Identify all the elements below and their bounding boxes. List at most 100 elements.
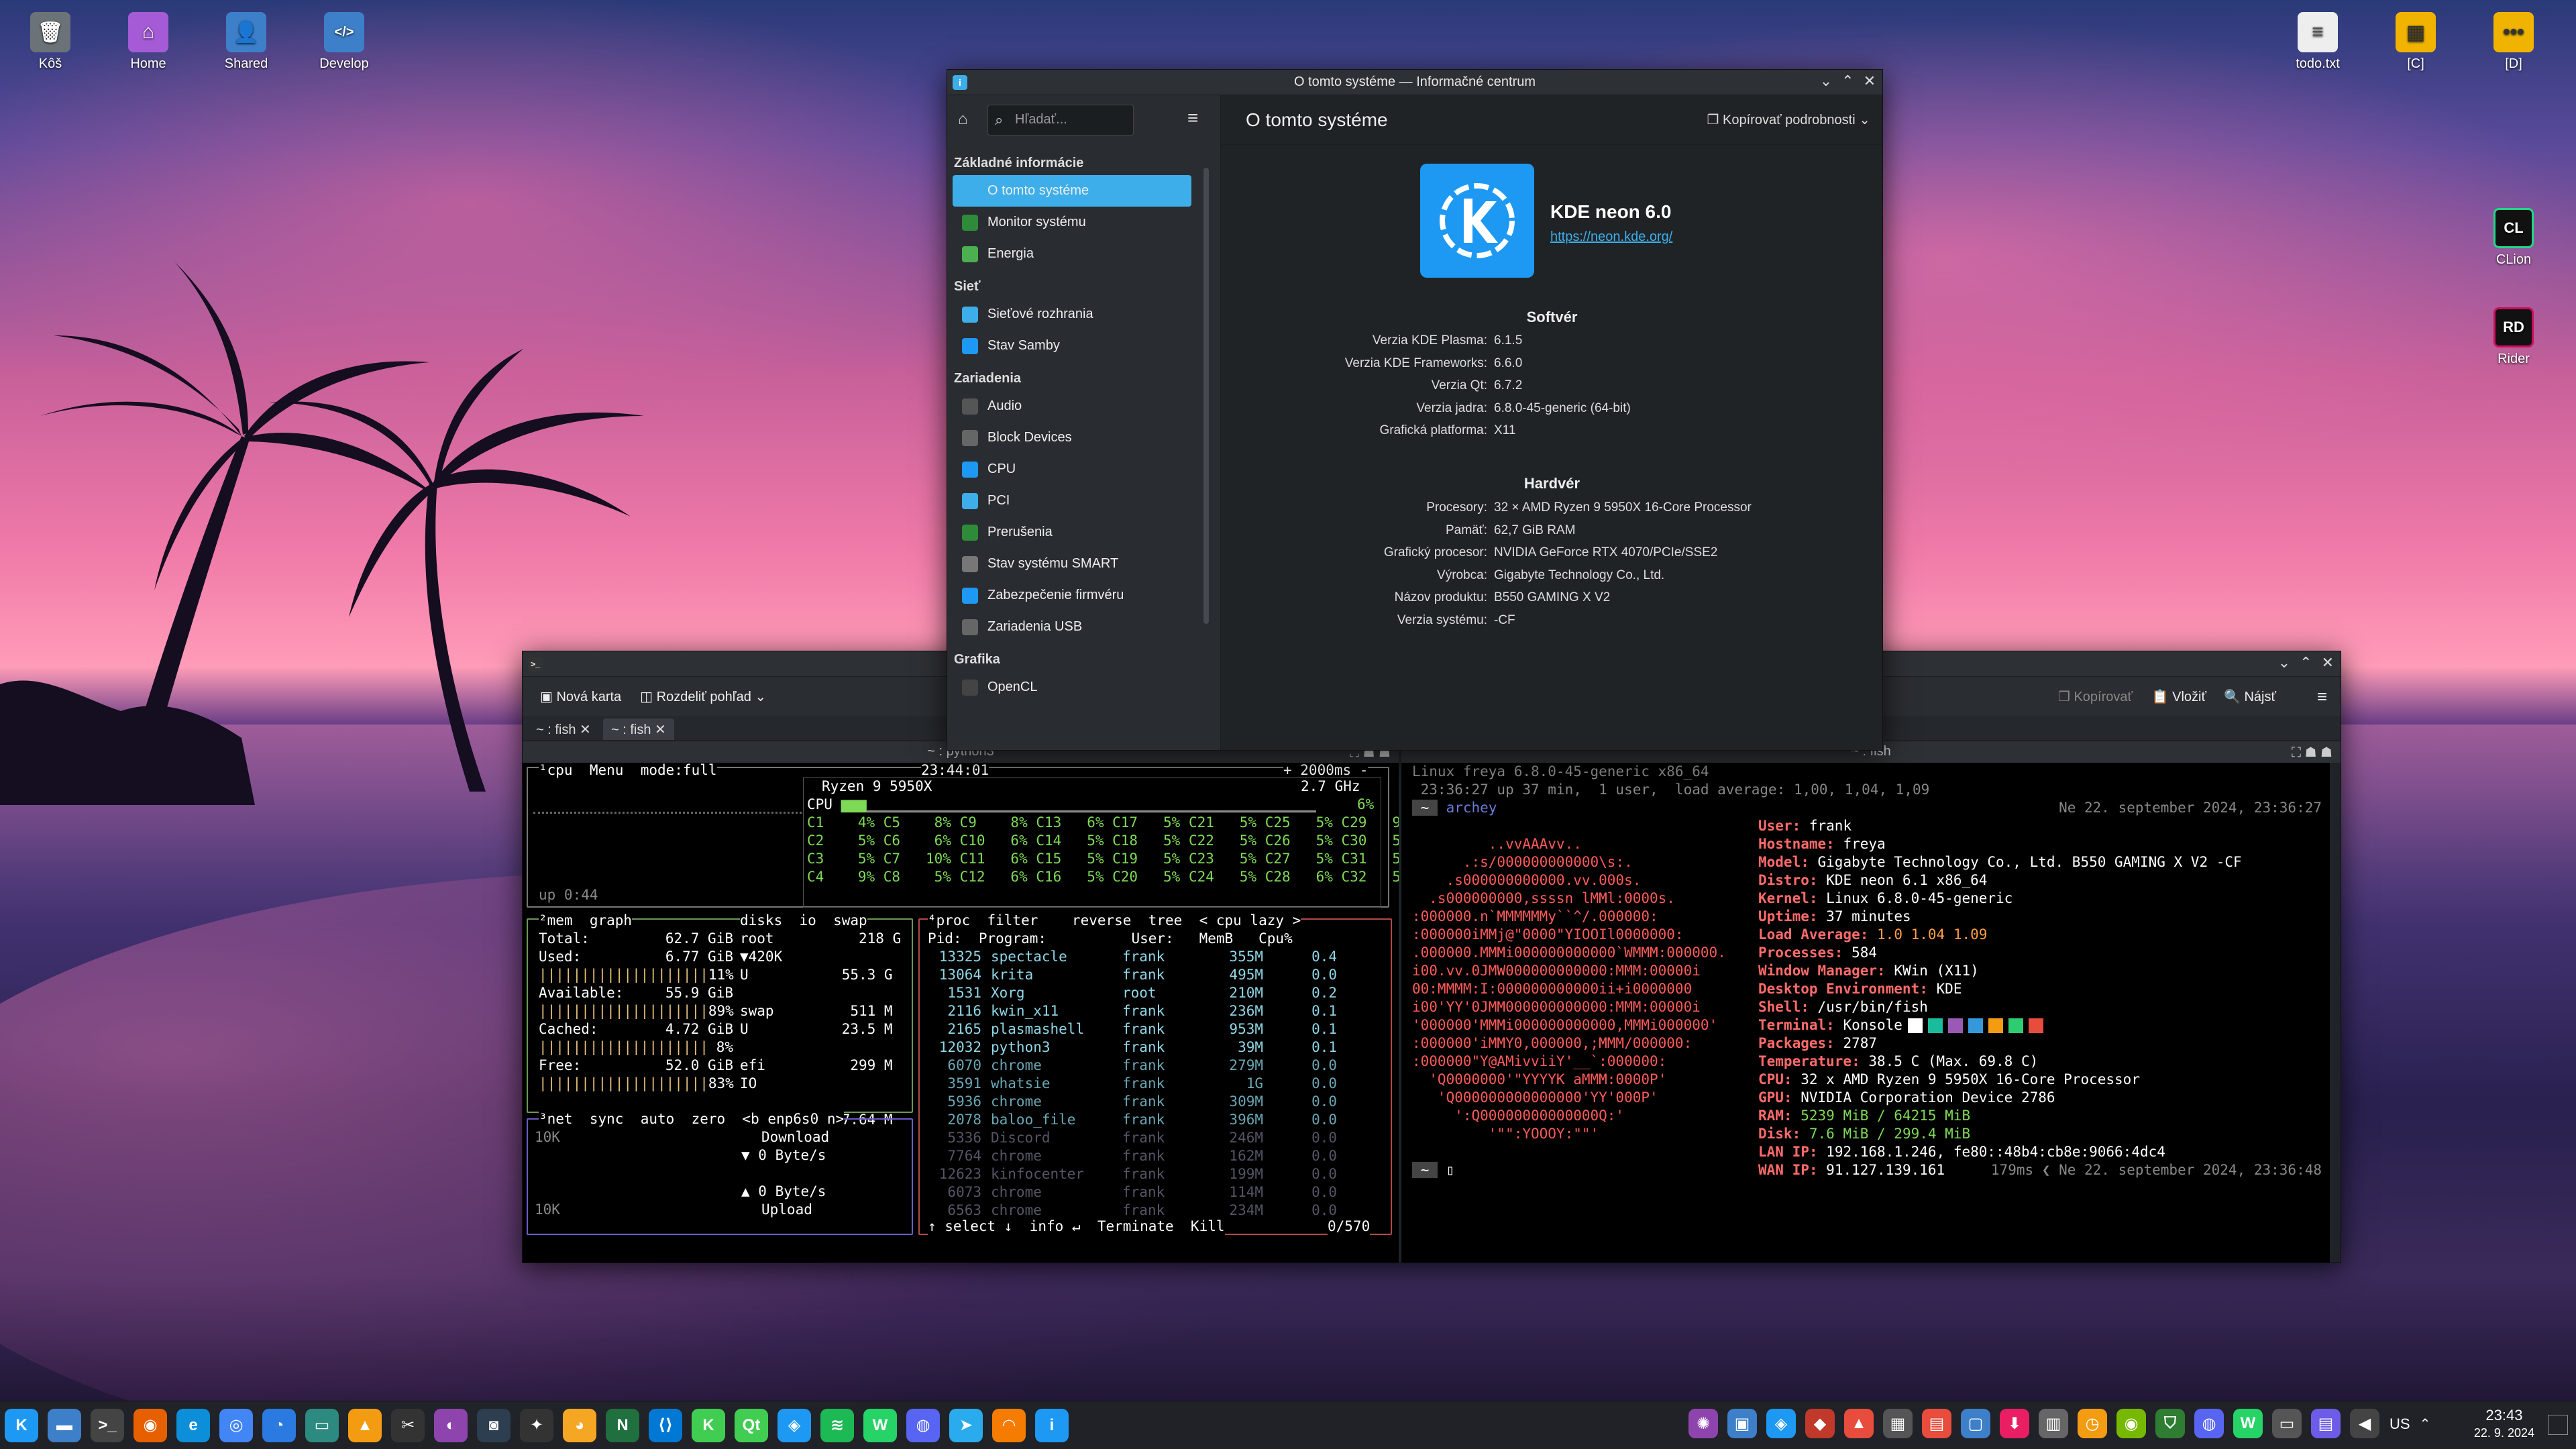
tray-expand-icon[interactable]: ⌃ (2420, 1415, 2431, 1433)
tray-whatsapp-icon[interactable]: W (2233, 1409, 2263, 1438)
tab-fish-2[interactable]: ~ : fish ✕ (603, 718, 674, 740)
process-row[interactable]: 1531 Xorg root 210M 0.2 (928, 984, 1337, 1002)
split-view-button[interactable]: ◫ Rozdeliť pohľad ⌄ (640, 688, 766, 705)
tab-fish-1[interactable]: ~ : fish ✕ (528, 718, 599, 740)
konsole-icon[interactable]: >_ (91, 1408, 124, 1442)
process-row[interactable]: 2165 plasmashell frank 953M 0.1 (928, 1020, 1337, 1038)
develop-desktop-icon[interactable]: </> Develop (307, 12, 381, 72)
tray-clipboard-icon[interactable]: ▤ (1922, 1409, 1951, 1438)
chrome-icon[interactable]: ◎ (219, 1408, 253, 1442)
tray-volume-icon[interactable]: ◀ (2350, 1409, 2379, 1438)
sidebar-item[interactable]: Monitor systému (953, 207, 1191, 238)
clion-desktop-icon[interactable]: CL CLion (2477, 208, 2551, 268)
home-icon[interactable]: ⌂ (958, 110, 968, 129)
process-row[interactable]: 6070 chrome frank 279M 0.0 (928, 1057, 1337, 1075)
tray-clock-icon[interactable]: ◷ (2078, 1409, 2107, 1438)
trash-desktop-icon[interactable]: 🗑 Kôš (13, 12, 87, 72)
blender-icon[interactable]: ◕ (563, 1408, 596, 1442)
kdeconnect-icon[interactable]: ◈ (777, 1408, 811, 1442)
process-row[interactable]: 2078 baloo_file frank 396M 0.0 (928, 1111, 1337, 1129)
process-row[interactable]: 3591 whatsie frank 1G 0.0 (928, 1075, 1337, 1093)
sidebar-item[interactable]: OpenCL (953, 672, 1191, 703)
todo-desktop-icon[interactable]: ≡ todo.txt (2281, 12, 2355, 72)
spectacle-icon[interactable]: ◙ (477, 1408, 511, 1442)
tray-network-icon[interactable]: ▭ (2272, 1409, 2302, 1438)
process-row[interactable]: 6073 chrome frank 114M 0.0 (928, 1183, 1337, 1201)
tray-nvidia-icon[interactable]: ◉ (2116, 1409, 2146, 1438)
clock[interactable]: 23:43 22. 9. 2024 (2474, 1407, 2534, 1442)
tray-grid-icon[interactable]: ▦ (1883, 1409, 1913, 1438)
tray-discord-icon[interactable]: ◍ (2194, 1409, 2224, 1438)
process-row[interactable]: 13064 krita frank 495M 0.0 (928, 966, 1337, 984)
tray-git-icon[interactable]: ◆ (1805, 1409, 1835, 1438)
kdenlive-icon[interactable]: ✂ (391, 1408, 425, 1442)
close-icon[interactable]: ✕ (1864, 72, 1876, 90)
vm-icon[interactable]: ▭ (305, 1408, 339, 1442)
copy-button[interactable]: ❐ Kopírovať (2058, 688, 2133, 705)
process-row[interactable]: 6563 chrome frank 234M 0.0 (928, 1201, 1337, 1220)
vscode-icon[interactable]: ⟨⟩ (649, 1408, 682, 1442)
rider-desktop-icon[interactable]: RD Rider (2477, 307, 2551, 367)
rss-icon[interactable]: ◠ (992, 1408, 1026, 1442)
hamburger-menu-icon[interactable]: ≡ (1187, 107, 1198, 129)
kde-dev-icon[interactable]: K (692, 1408, 725, 1442)
shared-desktop-icon[interactable]: 👤 Shared (209, 12, 283, 72)
sidebar-item[interactable]: Block Devices (953, 422, 1191, 453)
process-row[interactable]: 13325 spectacle frank 355M 0.4 (928, 948, 1337, 966)
kde-launcher-icon[interactable]: K (5, 1408, 38, 1442)
qtcreator-icon[interactable]: Qt (735, 1408, 768, 1442)
sidebar-item[interactable]: Zabezpečenie firmvéru (953, 580, 1191, 611)
discord-icon[interactable]: ◍ (906, 1408, 940, 1442)
tray-shield-icon[interactable]: ⛉ (2155, 1409, 2185, 1438)
process-row[interactable]: 5336 Discord frank 246M 0.0 (928, 1129, 1337, 1147)
neovim-icon[interactable]: N (606, 1408, 639, 1442)
whatsapp-icon[interactable]: W (863, 1408, 897, 1442)
search-input[interactable]: ⌕ Hľadať... (987, 105, 1134, 136)
sidebar-item[interactable]: Stav systému SMART (953, 548, 1191, 580)
sidebar-item[interactable]: Audio (953, 390, 1191, 422)
telegram-icon[interactable]: ➤ (949, 1408, 983, 1442)
sidebar-scrollbar[interactable] (1203, 168, 1209, 624)
sidebar-item[interactable]: Stav Samby (953, 330, 1191, 362)
tray-download-icon[interactable]: ⬇ (2000, 1409, 2029, 1438)
tray-kdeconnect-icon[interactable]: ◈ (1766, 1409, 1796, 1438)
sidebar-item[interactable]: Zariadenia USB (953, 611, 1191, 643)
spotify-icon[interactable]: ≋ (820, 1408, 854, 1442)
sidebar-item[interactable]: PCI (953, 485, 1191, 517)
dolphin-icon[interactable]: ▬ (48, 1408, 81, 1442)
maximize-icon[interactable]: ⌃ (2300, 654, 2312, 672)
paste-button[interactable]: 📋 Vložiť (2152, 688, 2206, 705)
sidebar-item[interactable]: Energia (953, 238, 1191, 270)
krita-icon[interactable]: ◐ (434, 1408, 468, 1442)
find-button[interactable]: 🔍 Nájsť (2224, 688, 2276, 705)
sidebar-item[interactable]: O tomto systéme (953, 175, 1191, 207)
new-tab-button[interactable]: ▣ Nová karta (540, 688, 621, 705)
keyboard-layout[interactable]: US (2390, 1415, 2410, 1433)
distro-url-link[interactable]: https://neon.kde.org/ (1550, 229, 1672, 245)
sidebar-item[interactable]: CPU (953, 453, 1191, 485)
process-row[interactable]: 2116 kwin_x11 frank 236M 0.1 (928, 1002, 1337, 1020)
firefox-icon[interactable]: ◉ (133, 1408, 167, 1442)
tray-warning-icon[interactable]: ▲ (1844, 1409, 1874, 1438)
tray-device-icon[interactable]: ▥ (2039, 1409, 2068, 1438)
home-desktop-icon[interactable]: ⌂ Home (111, 12, 185, 72)
tray-icon[interactable]: ✺ (1688, 1409, 1718, 1438)
drive-c-desktop-icon[interactable]: ▦ [C] (2379, 12, 2453, 72)
process-row[interactable]: 12623 kinfocenter frank 199M 0.0 (928, 1165, 1337, 1183)
maximize-icon[interactable]: ⌃ (1841, 72, 1854, 90)
signal-icon[interactable]: ◔ (262, 1408, 296, 1442)
show-desktop-icon[interactable] (2548, 1415, 2568, 1435)
minimize-icon[interactable]: ⌄ (1820, 72, 1832, 90)
menu-icon[interactable]: ≡ (2317, 686, 2327, 707)
sidebar-item[interactable]: Prerušenia (953, 517, 1191, 548)
inkscape-icon[interactable]: ✦ (520, 1408, 553, 1442)
process-row[interactable]: 5936 chrome frank 309M 0.0 (928, 1093, 1337, 1111)
infocenter-window[interactable]: i O tomto systéme — Informačné centrum ⌄… (947, 69, 1883, 751)
tray-save-icon[interactable]: ▣ (1727, 1409, 1757, 1438)
process-row[interactable]: 7764 chrome frank 162M 0.0 (928, 1147, 1337, 1165)
process-row[interactable]: 12032 python3 frank 39M 0.1 (928, 1038, 1337, 1057)
vlc-icon[interactable]: ▲ (348, 1408, 382, 1442)
edge-icon[interactable]: e (176, 1408, 210, 1442)
infocenter-task-icon[interactable]: i (1035, 1408, 1069, 1442)
tray-chat-icon[interactable]: ▤ (2311, 1409, 2341, 1438)
